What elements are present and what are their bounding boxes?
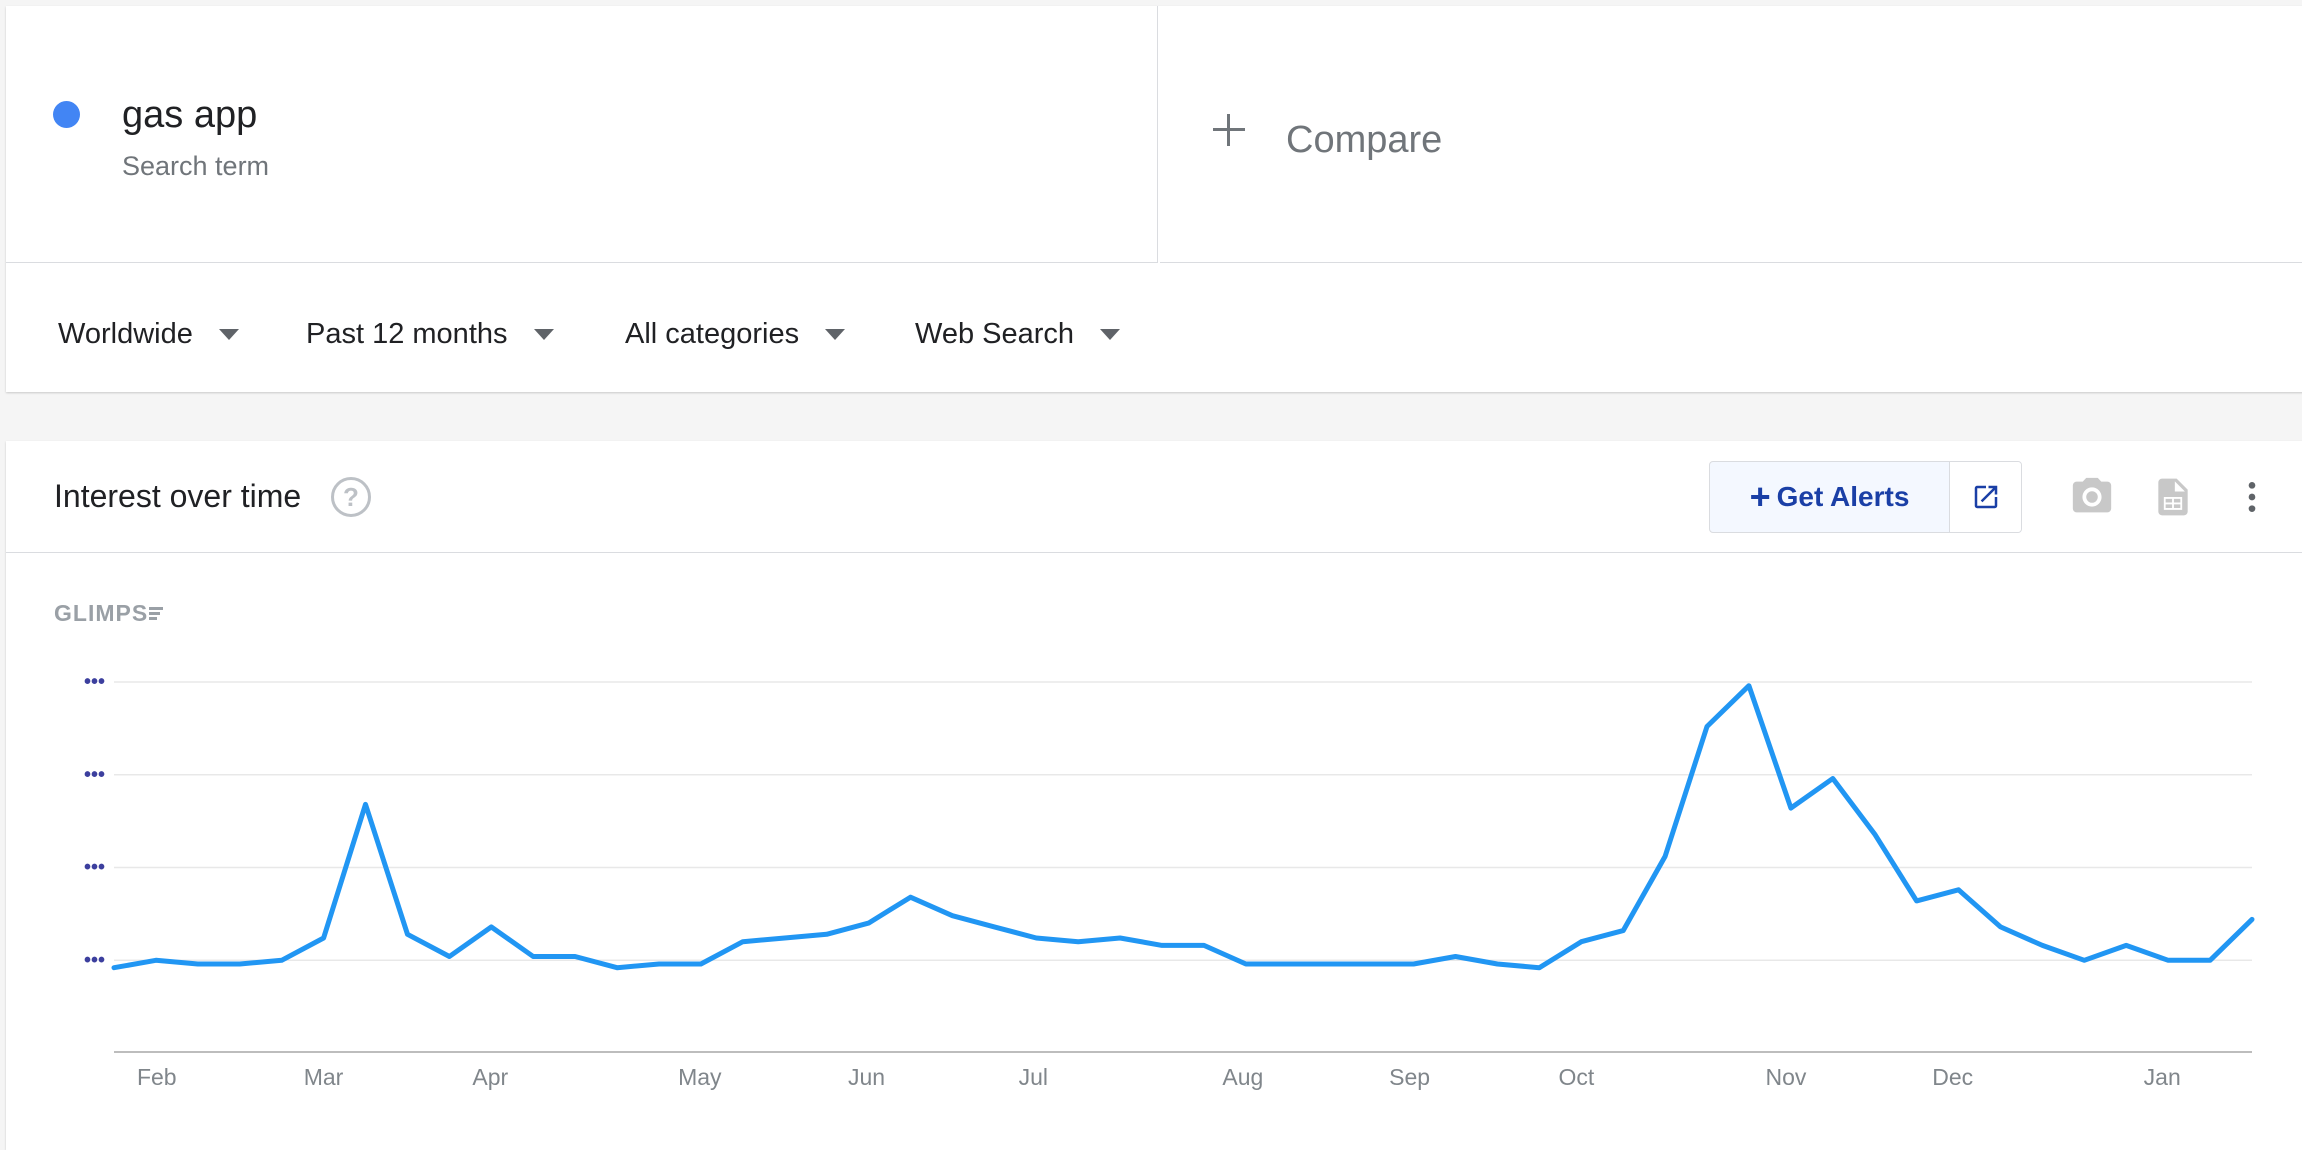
x-tick-label: Jul [1019, 1064, 1048, 1090]
search-term-kind: Search term [122, 151, 270, 181]
x-tick-label: May [678, 1064, 722, 1090]
search-term-panel: gas app Search term Compare Worldwide Pa… [6, 6, 2302, 392]
search-term-name[interactable]: gas app [122, 94, 257, 137]
search-term-box[interactable]: gas app Search term [6, 6, 1158, 263]
x-tick-label: Jan [2144, 1064, 2181, 1090]
compare-label: Compare [1286, 119, 1443, 161]
dropdown-arrow-icon [533, 328, 554, 340]
dropdown-arrow-icon [1100, 328, 1121, 340]
search-type-filter-label: Web Search [915, 317, 1075, 350]
x-tick-label: Apr [472, 1064, 508, 1090]
interest-chart: ••• ••• ••• ••• Feb Mar Apr May Jun Jul Aug Sep Oct N… [84, 671, 2255, 1090]
x-tick-label: Oct [1559, 1064, 1595, 1090]
x-tick-label: Sep [1389, 1064, 1430, 1090]
x-tick-label: Nov [1765, 1064, 1806, 1090]
category-filter[interactable]: All categories [625, 314, 846, 354]
plus-icon [1213, 114, 1245, 146]
x-tick-label: Feb [137, 1064, 177, 1090]
location-filter[interactable]: Worldwide [58, 314, 239, 354]
search-type-filter[interactable]: Web Search [915, 314, 1121, 354]
time-range-filter[interactable]: Past 12 months [306, 314, 554, 354]
dropdown-arrow-icon [218, 328, 239, 340]
y-tick-label: ••• [84, 671, 105, 693]
filter-bar: Worldwide Past 12 months All categories … [6, 264, 2302, 392]
x-tick-label: Aug [1222, 1064, 1263, 1090]
dropdown-arrow-icon [825, 328, 846, 340]
x-tick-label: Mar [304, 1064, 344, 1090]
compare-button[interactable]: Compare [1160, 6, 2302, 263]
interest-over-time-card: Interest over time ? + Get Alerts GLIMPS… [6, 441, 2302, 1150]
y-tick-label: ••• [84, 857, 105, 879]
location-filter-label: Worldwide [58, 317, 193, 350]
term-color-dot [53, 101, 80, 128]
time-range-filter-label: Past 12 months [306, 317, 508, 350]
y-tick-label: ••• [84, 949, 105, 971]
y-tick-label: ••• [84, 764, 105, 786]
x-tick-label: Jun [848, 1064, 885, 1090]
x-tick-label: Dec [1932, 1064, 1973, 1090]
series-line [111, 683, 2255, 971]
category-filter-label: All categories [625, 317, 800, 350]
